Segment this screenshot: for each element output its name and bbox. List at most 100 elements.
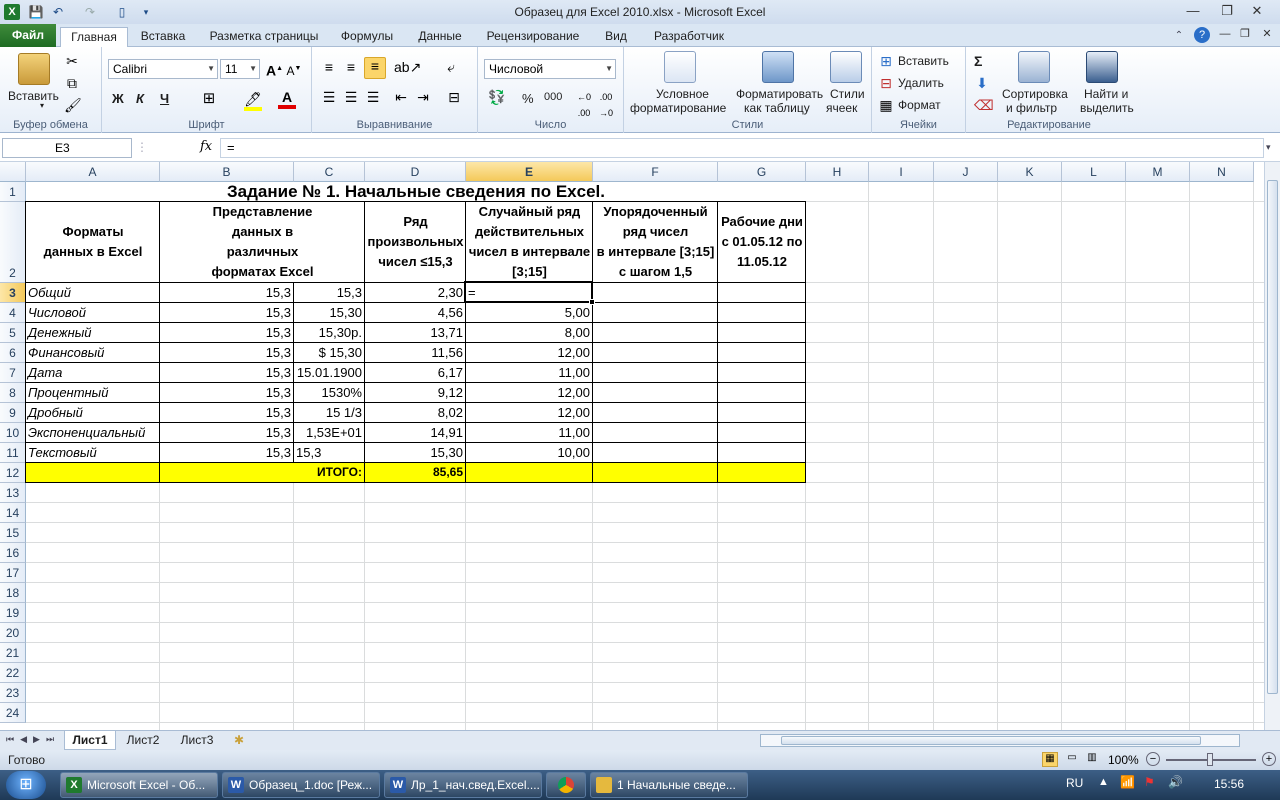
number-format-select[interactable]: Числовой ▼ <box>484 59 616 79</box>
row-header-12[interactable]: 12 <box>0 463 26 483</box>
row-header-3[interactable]: 3 <box>0 283 26 303</box>
zoom-slider-thumb[interactable] <box>1207 753 1213 766</box>
cell-c11[interactable]: 15,3 <box>294 443 364 462</box>
row-header-8[interactable]: 8 <box>0 383 26 403</box>
maximize-button[interactable]: ❐ <box>1214 2 1240 20</box>
column-header-d[interactable]: D <box>365 162 466 182</box>
cell-a11[interactable]: Текстовый <box>26 443 159 462</box>
percent-button[interactable]: % <box>522 91 534 106</box>
row-header-7[interactable]: 7 <box>0 363 26 383</box>
paste-icon[interactable] <box>18 53 50 85</box>
decrease-decimal-icon[interactable]: .00 →0 <box>596 89 616 121</box>
cell-c6[interactable]: $ 15,30 <box>294 343 364 362</box>
cell-d7[interactable]: 6,17 <box>365 363 465 382</box>
cell-b7[interactable]: 15,3 <box>160 363 293 382</box>
cell-g10[interactable] <box>718 423 805 442</box>
zoom-in-icon[interactable]: + <box>1262 752 1276 766</box>
sort-filter-icon[interactable] <box>1018 51 1050 83</box>
tab-file[interactable]: Файл <box>0 24 56 47</box>
cell-d8[interactable]: 9,12 <box>365 383 465 402</box>
cell-d4[interactable]: 4,56 <box>365 303 465 322</box>
cell-g6[interactable] <box>718 343 805 362</box>
cell-d3[interactable]: 2,30 <box>365 283 465 302</box>
doc-close-icon[interactable]: ✕ <box>1260 26 1274 42</box>
row-header-14[interactable]: 14 <box>0 503 26 523</box>
fill-handle[interactable] <box>589 299 595 305</box>
delete-cells-icon[interactable]: ⊟ <box>878 75 894 91</box>
cell-c5[interactable]: 15,30р. <box>294 323 364 342</box>
worksheet-grid[interactable]: A B C D E F G H I J K L M N 1 2 3 4 5 6 7 8 9 10 11 12 13 14 15 16 17 1… <box>0 162 1264 730</box>
row-header-13[interactable]: 13 <box>0 483 26 503</box>
grow-font-icon[interactable]: A▲ <box>266 61 283 79</box>
cell-b3[interactable]: 15,3 <box>160 283 293 302</box>
format-cells-button[interactable]: Формат <box>898 98 941 112</box>
taskbar-item-word-1[interactable]: W Образец_1.doc [Реж... <box>222 772 380 798</box>
row-header-15[interactable]: 15 <box>0 523 26 543</box>
minimize-ribbon-icon[interactable]: ⌃ <box>1172 28 1186 44</box>
cell-g3[interactable] <box>718 283 805 302</box>
cell-e6[interactable]: 12,00 <box>466 343 592 362</box>
currency-format-icon[interactable]: 💱 <box>486 89 508 105</box>
cell-a5[interactable]: Денежный <box>26 323 159 342</box>
cell-d9[interactable]: 8,02 <box>365 403 465 422</box>
volume-icon[interactable]: 🔊 <box>1168 775 1183 789</box>
cell-g4[interactable] <box>718 303 805 322</box>
cell-e4[interactable]: 5,00 <box>466 303 592 322</box>
fill-icon[interactable]: ⬇ <box>974 75 990 91</box>
column-header-m[interactable]: M <box>1126 162 1190 182</box>
cell-a6[interactable]: Финансовый <box>26 343 159 362</box>
column-header-f[interactable]: F <box>593 162 718 182</box>
format-as-table-icon[interactable] <box>762 51 794 83</box>
tab-insert[interactable]: Вставка <box>132 27 194 47</box>
underline-button[interactable]: Ч <box>160 91 169 106</box>
tab-page-layout[interactable]: Разметка страницы <box>202 27 326 47</box>
cell-e10[interactable]: 11,00 <box>466 423 592 442</box>
vertical-scrollbar[interactable] <box>1264 162 1280 730</box>
find-select-label-1[interactable]: Найти и <box>1084 87 1128 101</box>
cell-f5[interactable] <box>593 323 717 342</box>
cell-c3[interactable]: 15,3 <box>294 283 364 302</box>
cell-b10[interactable]: 15,3 <box>160 423 293 442</box>
formula-bar-splitter[interactable]: ⋮ <box>136 138 196 158</box>
cell-c10[interactable]: 1,53E+01 <box>294 423 364 442</box>
cell-e8[interactable]: 12,00 <box>466 383 592 402</box>
thousands-separator-button[interactable]: 000 <box>544 91 562 103</box>
cell-a3[interactable]: Общий <box>26 283 159 302</box>
fill-color-icon[interactable]: 🖊 <box>244 91 262 111</box>
tab-view[interactable]: Вид <box>594 27 638 47</box>
cell-e7[interactable]: 11,00 <box>466 363 592 382</box>
cell-f10[interactable] <box>593 423 717 442</box>
cell-e11[interactable]: 10,00 <box>466 443 592 462</box>
taskbar-item-chrome[interactable] <box>546 772 586 798</box>
sheet-tab-1[interactable]: Лист1 <box>64 731 116 750</box>
row-header-24[interactable]: 24 <box>0 703 26 723</box>
column-header-e[interactable]: E <box>466 162 593 182</box>
row-header-4[interactable]: 4 <box>0 303 26 323</box>
column-header-i[interactable]: I <box>869 162 934 182</box>
paste-dropdown-icon[interactable]: ▾ <box>40 101 44 110</box>
zoom-level[interactable]: 100% <box>1108 753 1139 767</box>
cell-f7[interactable] <box>593 363 717 382</box>
cell-d11[interactable]: 15,30 <box>365 443 465 462</box>
format-as-table-label-2[interactable]: как таблицу <box>744 101 810 115</box>
cell-f11[interactable] <box>593 443 717 462</box>
autosum-button[interactable]: Σ <box>974 53 982 69</box>
row-header-17[interactable]: 17 <box>0 563 26 583</box>
row-header-23[interactable]: 23 <box>0 683 26 703</box>
doc-minimize-icon[interactable]: — <box>1218 26 1232 42</box>
cell-b4[interactable]: 15,3 <box>160 303 293 322</box>
cell-g9[interactable] <box>718 403 805 422</box>
align-top-icon[interactable]: ≡ <box>320 59 338 75</box>
cell-c7[interactable]: 15.01.1900 <box>294 363 364 382</box>
delete-cells-button[interactable]: Удалить <box>898 76 944 90</box>
cut-icon[interactable]: ✂ <box>64 53 80 69</box>
find-select-label-2[interactable]: выделить <box>1080 101 1134 115</box>
merge-center-icon[interactable]: ⊟ <box>442 89 466 105</box>
row-header-16[interactable]: 16 <box>0 543 26 563</box>
copy-icon[interactable]: ⧉ <box>64 75 80 91</box>
cell-f3[interactable] <box>593 283 717 302</box>
doc-restore-icon[interactable]: ❐ <box>1238 26 1252 42</box>
network-error-icon[interactable]: ⚑ <box>1144 775 1155 789</box>
find-select-icon[interactable] <box>1086 51 1118 83</box>
column-header-j[interactable]: J <box>934 162 998 182</box>
